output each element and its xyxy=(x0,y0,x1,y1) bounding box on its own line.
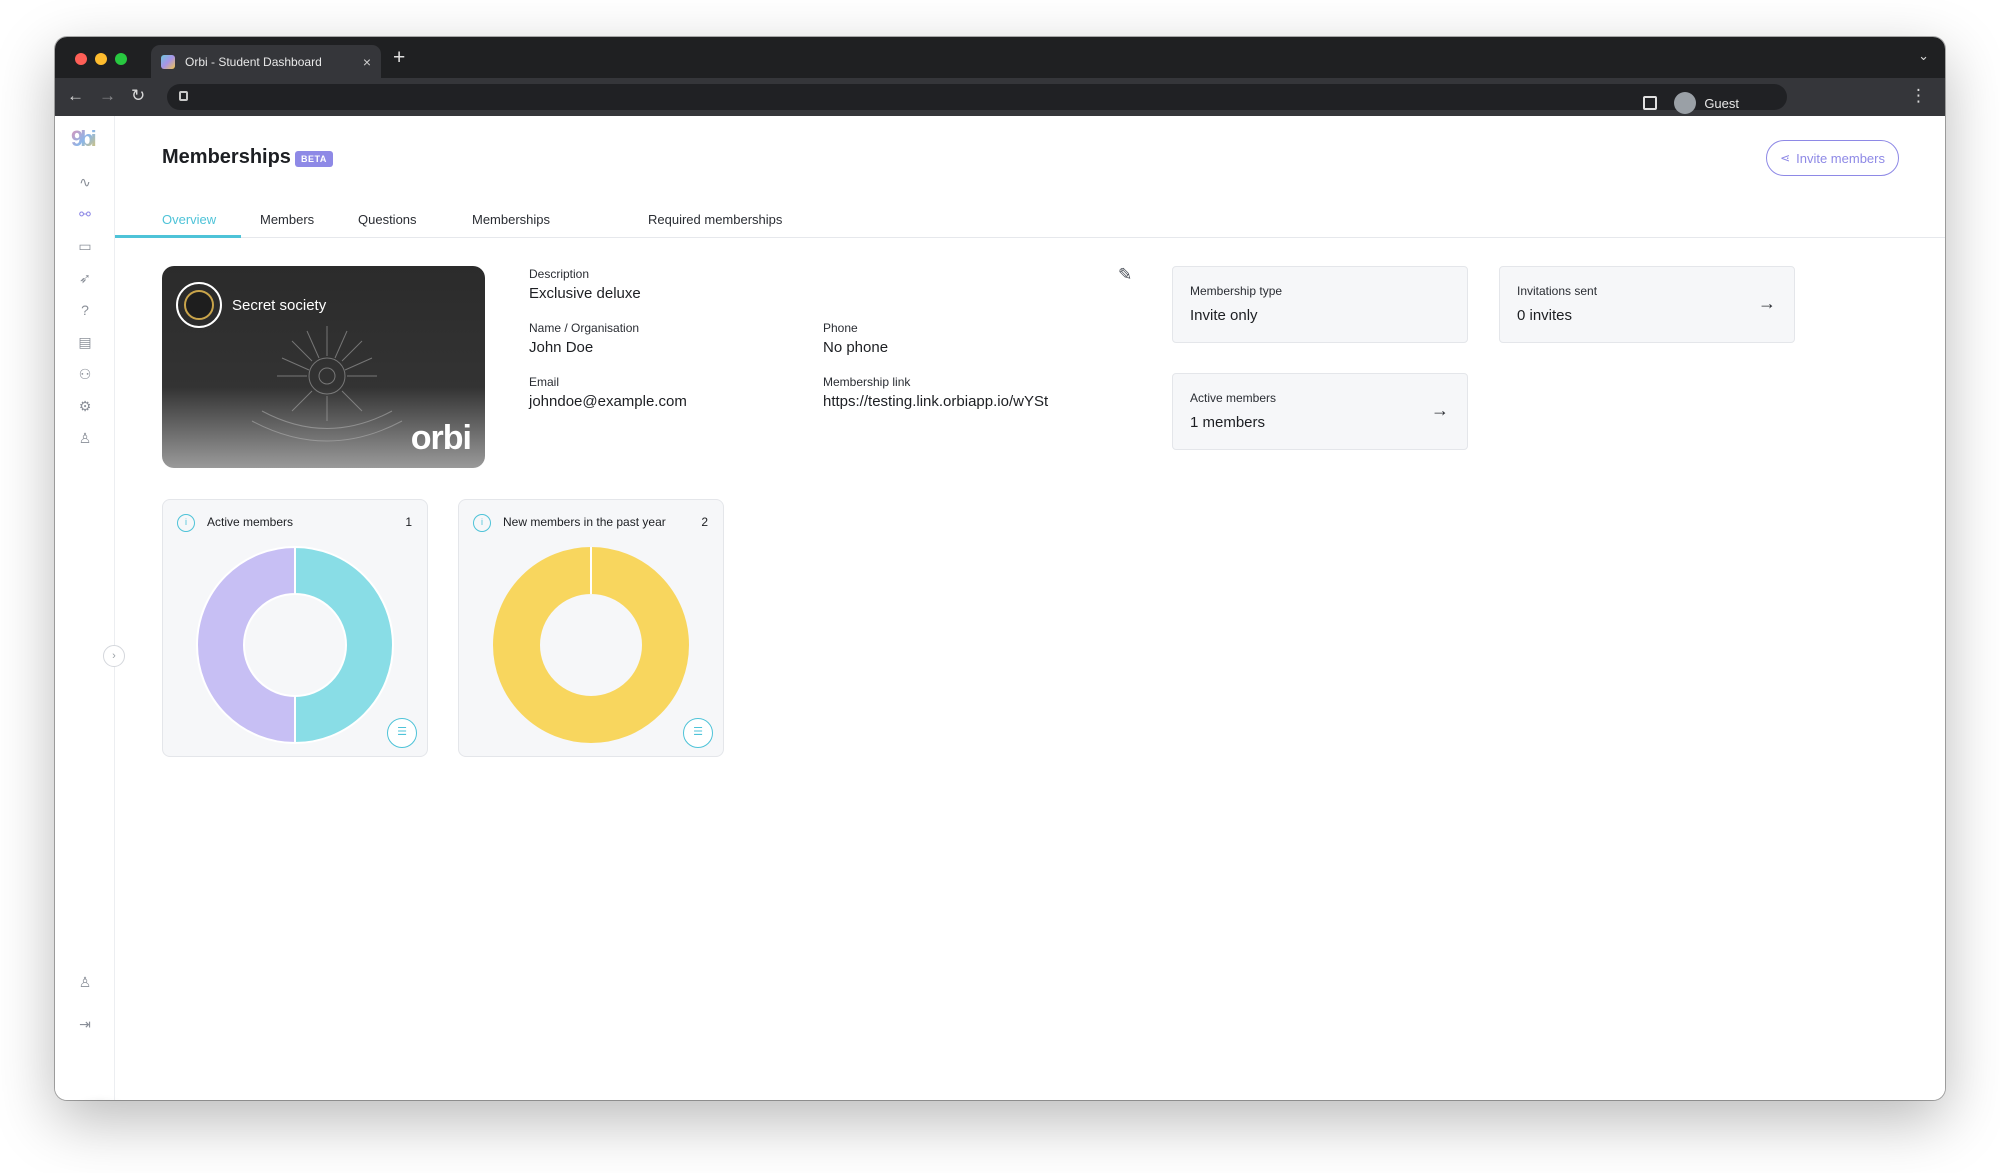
seal-icon xyxy=(176,282,222,328)
tab-close-icon[interactable]: × xyxy=(363,54,371,70)
help-icon[interactable]: ? xyxy=(73,298,97,322)
rocket-icon[interactable]: ➶ xyxy=(73,266,97,290)
browser-menu-icon[interactable]: ⋮ xyxy=(1910,86,1927,106)
name-value: John Doe xyxy=(529,339,594,356)
briefcase-icon[interactable]: ▭ xyxy=(73,234,97,258)
new-members-chart-card: i New members in the past year 2 ☰ xyxy=(458,499,724,757)
invitations-value: 0 invites xyxy=(1517,307,1573,324)
phone-label: Phone xyxy=(823,321,858,335)
reload-button[interactable]: ↻ xyxy=(131,86,145,106)
phone-value: No phone xyxy=(823,339,889,356)
email-label: Email xyxy=(529,375,560,389)
invite-members-label: Invite members xyxy=(1796,150,1885,166)
membership-link-label: Membership link xyxy=(823,375,911,389)
membership-type-value: Invite only xyxy=(1190,307,1258,324)
active-tab-indicator xyxy=(115,235,241,238)
chart-count: 2 xyxy=(701,515,708,529)
profile-button[interactable]: Guest xyxy=(1674,92,1739,114)
name-label: Name / Organisation xyxy=(529,321,640,335)
close-window-button[interactable] xyxy=(75,53,87,65)
donut-slice xyxy=(294,546,394,744)
active-members-value: 1 members xyxy=(1190,414,1266,431)
active-members-donut xyxy=(196,546,394,744)
back-button[interactable]: ← xyxy=(67,86,84,106)
info-icon: i xyxy=(473,514,491,532)
browser-toolbar: ← → ↻ Guest ⋮ xyxy=(55,78,1945,116)
main-content: Memberships BETA ⋖ Invite members Overvi… xyxy=(115,116,1945,1100)
invitations-label: Invitations sent xyxy=(1517,284,1598,298)
new-tab-button[interactable]: + xyxy=(393,46,405,70)
logout-icon[interactable]: ⇥ xyxy=(73,1012,97,1036)
tab-title: Orbi - Student Dashboard xyxy=(185,54,322,69)
invitations-sent-card[interactable]: Invitations sent 0 invites → xyxy=(1499,266,1795,343)
membership-type-label: Membership type xyxy=(1190,284,1283,298)
chart-count: 1 xyxy=(405,515,412,529)
donut-slice xyxy=(196,546,296,744)
maximize-window-button[interactable] xyxy=(115,53,127,65)
forward-button[interactable]: → xyxy=(99,86,116,106)
orbi-logo[interactable]: 9bi xyxy=(71,126,99,152)
lock-icon xyxy=(179,91,188,101)
minimize-window-button[interactable] xyxy=(95,53,107,65)
membership-link-value[interactable]: https://testing.link.orbiapp.io/wYSt xyxy=(823,393,1048,410)
new-members-donut xyxy=(493,547,689,743)
sidebar: 9bi ∿ ⚯ ▭ ➶ ? ▤ ⚇ ⚙ ♙ ♙ ⇥ › xyxy=(55,116,125,1100)
list-icon[interactable]: ☰ xyxy=(683,718,713,748)
tab-search-icon[interactable]: ⌄ xyxy=(1918,48,1929,64)
tab-questions[interactable]: Questions xyxy=(358,212,417,227)
chart-title: Active members xyxy=(207,515,294,529)
link-icon[interactable]: ⚯ xyxy=(73,202,97,226)
tab-memberships[interactable]: Memberships xyxy=(472,212,550,227)
membership-type-card: Membership type Invite only xyxy=(1172,266,1468,343)
info-icon: i xyxy=(177,514,195,532)
membership-card: Secret society orbi xyxy=(162,266,485,468)
card-icon[interactable]: ▤ xyxy=(73,330,97,354)
active-members-label: Active members xyxy=(1190,391,1277,405)
page-title: Memberships xyxy=(162,146,291,168)
browser-window: Orbi - Student Dashboard × + ⌄ ← → ↻ Gue… xyxy=(55,37,1945,1100)
side-panel-icon[interactable] xyxy=(1643,96,1657,110)
description-value: Exclusive deluxe xyxy=(529,285,641,302)
tab-required-memberships[interactable]: Required memberships xyxy=(648,212,782,227)
tab-overview[interactable]: Overview xyxy=(162,212,216,227)
user-icon[interactable]: ♙ xyxy=(73,426,97,450)
active-members-card[interactable]: Active members 1 members → xyxy=(1172,373,1468,450)
favicon-icon xyxy=(161,54,175,69)
edit-icon[interactable]: ✎ xyxy=(1118,265,1140,287)
share-icon: ⋖ xyxy=(1780,151,1791,165)
browser-tab[interactable]: Orbi - Student Dashboard × xyxy=(151,45,381,78)
tab-strip: Orbi - Student Dashboard × + ⌄ xyxy=(55,37,1945,78)
tab-members[interactable]: Members xyxy=(260,212,314,227)
active-members-chart-card: i Active members 1 ☰ xyxy=(162,499,428,757)
card-society-name: Secret society xyxy=(232,297,327,314)
address-bar[interactable]: Guest xyxy=(167,84,1787,114)
profile-avatar-icon xyxy=(1674,92,1697,114)
arrow-right-icon: → xyxy=(1758,293,1776,313)
description-label: Description xyxy=(529,267,590,281)
account-icon[interactable]: ♙ xyxy=(73,970,97,994)
profile-name: Guest xyxy=(1704,95,1739,111)
tab-bar: Overview Members Questions Memberships R… xyxy=(115,200,1945,238)
app: 9bi ∿ ⚯ ▭ ➶ ? ▤ ⚇ ⚙ ♙ ♙ ⇥ › Memberships … xyxy=(55,116,1945,1100)
list-icon[interactable]: ☰ xyxy=(387,718,417,748)
settings-icon[interactable]: ⚙ xyxy=(73,394,97,418)
invite-members-button[interactable]: ⋖ Invite members xyxy=(1766,140,1899,176)
beta-badge: BETA xyxy=(295,151,333,167)
users-icon[interactable]: ⚇ xyxy=(73,362,97,386)
emblem-icon xyxy=(251,326,403,442)
chart-title: New members in the past year xyxy=(503,515,666,529)
activity-icon[interactable]: ∿ xyxy=(73,170,97,194)
email-value: johndoe@example.com xyxy=(529,393,687,410)
orbi-wordmark: orbi xyxy=(410,419,472,457)
arrow-right-icon: → xyxy=(1431,400,1449,420)
